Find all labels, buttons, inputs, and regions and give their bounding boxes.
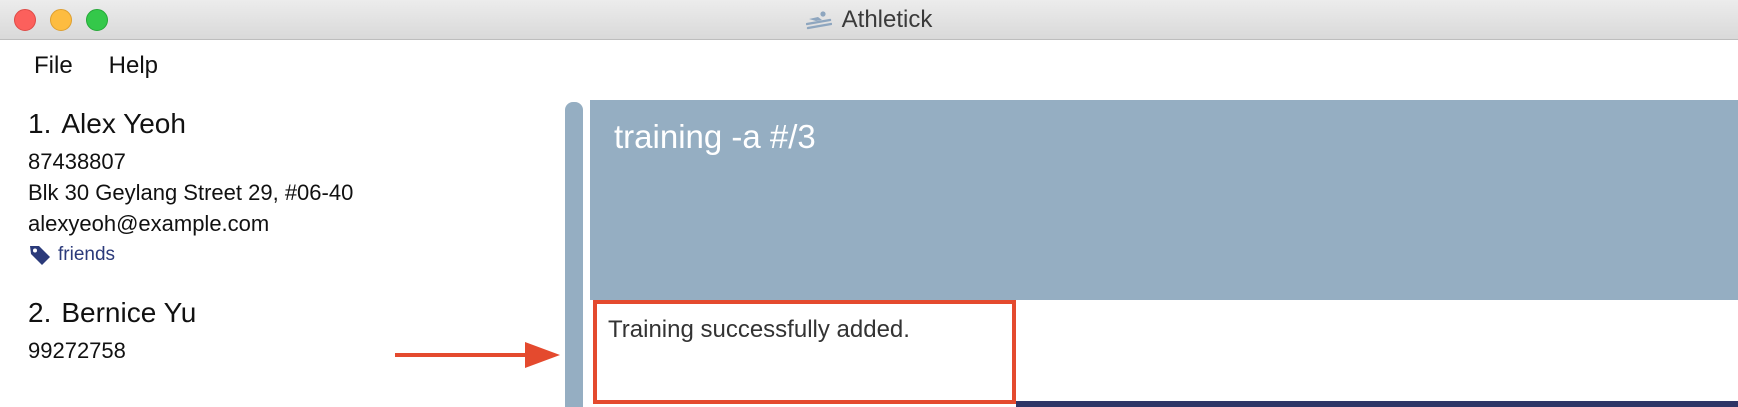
annotation-arrow (395, 342, 560, 368)
person-index: 1. (28, 108, 52, 139)
window-title-wrap: Athletick (0, 0, 1738, 40)
person-name-row: 1. Alex Yeoh (28, 108, 353, 140)
person-tag: friends (28, 243, 353, 267)
menu-file[interactable]: File (0, 44, 91, 88)
tag-icon (30, 246, 50, 265)
tag-label: friends (58, 244, 116, 265)
menu-help[interactable]: Help (91, 44, 176, 88)
command-input[interactable]: training -a #/3 (614, 118, 816, 156)
status-bar-edge (1016, 401, 1738, 407)
title-bar: Athletick (0, 0, 1738, 40)
person-card[interactable]: 1. Alex Yeoh 87438807 Blk 30 Geylang Stre… (28, 108, 353, 267)
skier-icon (805, 11, 832, 30)
person-name: Alex Yeoh (61, 108, 186, 139)
person-index: 2. (28, 297, 52, 328)
person-name-row: 2. Bernice Yu (28, 297, 196, 329)
person-phone: 99272758 (28, 338, 126, 363)
person-address: Blk 30 Geylang Street 29, #06-40 (28, 180, 354, 205)
menu-bar: File Help (0, 44, 176, 88)
person-phone: 87438807 (28, 149, 126, 174)
person-name: Bernice Yu (61, 297, 197, 328)
person-card[interactable]: 2. Bernice Yu 99272758 (28, 297, 196, 366)
person-email: alexyeoh@example.com (28, 211, 270, 236)
command-box[interactable]: training -a #/3 (590, 100, 1738, 300)
window-title: Athletick (841, 6, 933, 33)
list-scrollbar[interactable] (565, 102, 583, 407)
annotation-highlight-box (593, 300, 1016, 404)
